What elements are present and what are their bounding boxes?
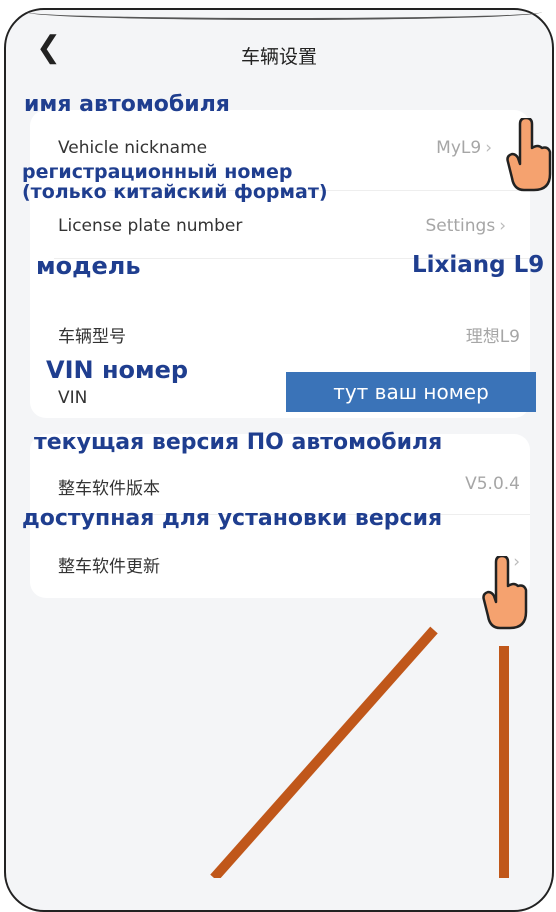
connector-lines [210, 626, 509, 878]
connector-line [210, 626, 438, 878]
